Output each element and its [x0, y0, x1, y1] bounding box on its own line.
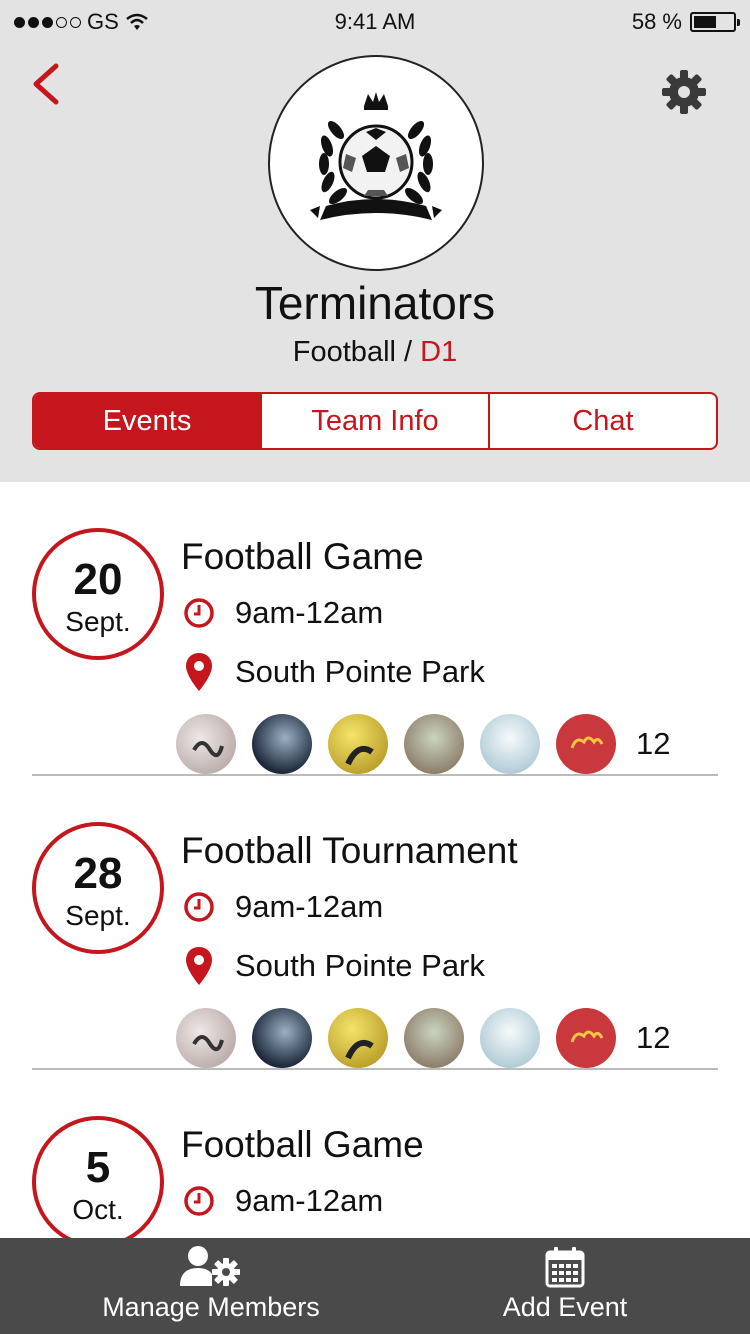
attendee-count: 12: [636, 726, 671, 761]
event-time: 9am-12am: [235, 889, 384, 924]
clock-icon: [181, 1183, 217, 1219]
event-title: Football Game: [181, 536, 424, 577]
status-bar: GS 9:41 AM 58 %: [0, 0, 750, 44]
manage-members-button[interactable]: Manage Members: [96, 1238, 326, 1334]
event-title: Football Tournament: [181, 830, 518, 871]
location-pin-icon: [181, 653, 217, 691]
event-time-row: 9am-12am: [181, 595, 383, 631]
event-month: Sept.: [65, 606, 131, 637]
bottom-toolbar: Manage Members Add Event: [0, 1238, 750, 1334]
event-time-row: 9am-12am: [181, 1183, 383, 1219]
wifi-icon: [126, 13, 148, 30]
avatar[interactable]: [556, 1008, 616, 1068]
back-button[interactable]: [28, 62, 68, 106]
manage-members-icon: [180, 1246, 240, 1286]
event-time-row: 9am-12am: [181, 889, 383, 925]
avatar[interactable]: [404, 714, 464, 774]
event-date-badge: 5 Oct.: [32, 1116, 164, 1238]
attendee-avatars: 12: [176, 714, 670, 774]
event-location-row: South Pointe Park: [181, 653, 485, 691]
team-header: Terminators Football / D1 Events Team In…: [0, 0, 750, 482]
event-title: Football Game: [181, 1124, 424, 1165]
avatar[interactable]: [252, 1008, 312, 1068]
add-event-label: Add Event: [502, 1292, 628, 1322]
battery-icon: [690, 12, 740, 32]
calendar-icon: [545, 1247, 585, 1288]
avatar[interactable]: [176, 714, 236, 774]
events-list[interactable]: 20 Sept. Football Game 9am-12am South Po…: [0, 482, 750, 1238]
location-pin-icon: [181, 947, 217, 985]
status-right: 58 %: [631, 9, 740, 35]
attendee-count: 12: [636, 1020, 671, 1055]
attendee-avatars: 12: [176, 1008, 670, 1068]
team-logo: [268, 55, 484, 271]
event-day: 20: [73, 555, 123, 604]
event-date-badge: 20 Sept.: [32, 528, 164, 660]
segmented-tabs: Events Team Info Chat: [32, 392, 718, 450]
avatar[interactable]: [556, 714, 616, 774]
event-location: South Pointe Park: [235, 654, 485, 689]
status-left: GS: [14, 9, 149, 35]
avatar[interactable]: [480, 1008, 540, 1068]
avatar[interactable]: [328, 714, 388, 774]
avatar[interactable]: [176, 1008, 236, 1068]
team-separator: /: [395, 336, 421, 368]
event-day: 28: [73, 849, 123, 898]
tab-chat[interactable]: Chat: [488, 394, 716, 448]
event-month: Oct.: [72, 1194, 124, 1225]
event-time: 9am-12am: [235, 595, 384, 630]
add-event-button[interactable]: Add Event: [480, 1238, 650, 1334]
event-date-badge: 28 Sept.: [32, 822, 164, 954]
clock-icon: [181, 595, 217, 631]
team-sport: Football: [292, 336, 396, 368]
tab-team-info[interactable]: Team Info: [260, 394, 488, 448]
gear-icon: [662, 70, 706, 114]
manage-members-label: Manage Members: [102, 1292, 320, 1322]
battery-percent: 58 %: [631, 9, 682, 34]
team-division: D1: [420, 336, 458, 368]
clock-icon: [181, 889, 217, 925]
team-name: Terminators: [254, 277, 496, 329]
tab-events[interactable]: Events: [34, 394, 260, 448]
avatar[interactable]: [252, 714, 312, 774]
avatar[interactable]: [404, 1008, 464, 1068]
event-item[interactable]: 20 Sept. Football Game 9am-12am South Po…: [0, 482, 750, 776]
avatar[interactable]: [480, 714, 540, 774]
avatar[interactable]: [328, 1008, 388, 1068]
soccer-crest-icon: [310, 92, 442, 220]
settings-button[interactable]: [660, 68, 708, 116]
carrier-name: GS: [87, 9, 119, 34]
signal-strength-icon: [14, 16, 81, 28]
event-item[interactable]: 28 Sept. Football Tournament 9am-12am So…: [0, 776, 750, 1070]
event-location-row: South Pointe Park: [181, 947, 485, 985]
event-location: South Pointe Park: [235, 948, 485, 983]
team-subtitle: Football / D1: [0, 336, 750, 369]
event-month: Sept.: [65, 900, 131, 931]
event-time: 9am-12am: [235, 1183, 384, 1218]
event-item[interactable]: 5 Oct. Football Game 9am-12am: [0, 1070, 750, 1238]
event-day: 5: [85, 1143, 111, 1192]
back-chevron-icon: [33, 63, 59, 105]
